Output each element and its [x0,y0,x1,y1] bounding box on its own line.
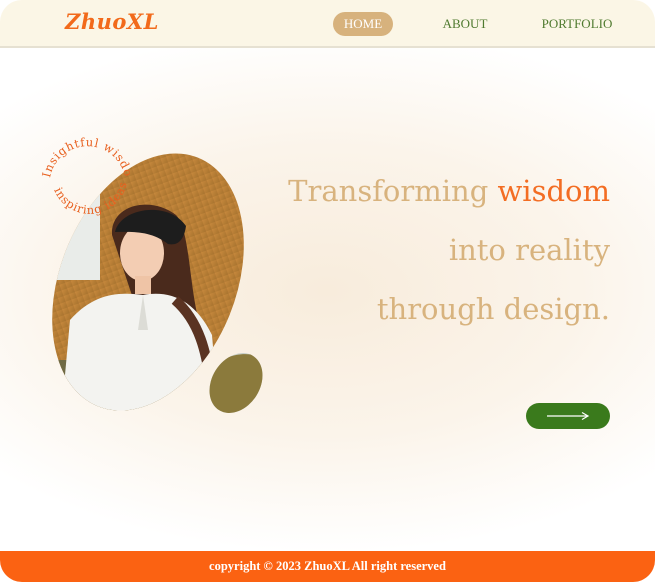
page: ZhuoXL HOME ABOUT PORTFOLIO Insightful w… [0,0,655,582]
headline-plain-text: Transforming [288,174,498,208]
hero-headline-line-3: through design. [376,292,610,326]
hero-headline-line-1: Transforming wisdom [288,174,610,208]
badge-text-top: Insightful wisdom [0,0,136,179]
copyright-text: copyright © 2023 ZhuoXL All right reserv… [209,559,446,573]
circular-tagline-badge: Insightful wisdom inspiring ideas [0,0,136,217]
cta-arrow-button[interactable] [526,403,610,429]
headline-accent-text: wisdom [497,174,610,208]
hero-headline-line-2: into reality [448,233,610,267]
long-arrow-right-icon [547,411,590,421]
nav-portfolio-link[interactable]: PORTFOLIO [536,12,618,36]
small-photo-accent [205,345,270,420]
portrait-illustration: Insightful wisdom inspiring ideas [0,0,270,430]
nav-home-link[interactable]: HOME [333,12,393,36]
footer-bar: copyright © 2023 ZhuoXL All right reserv… [0,551,655,582]
hero-portrait-group: Insightful wisdom inspiring ideas [0,0,300,450]
nav-about-link[interactable]: ABOUT [438,12,492,36]
